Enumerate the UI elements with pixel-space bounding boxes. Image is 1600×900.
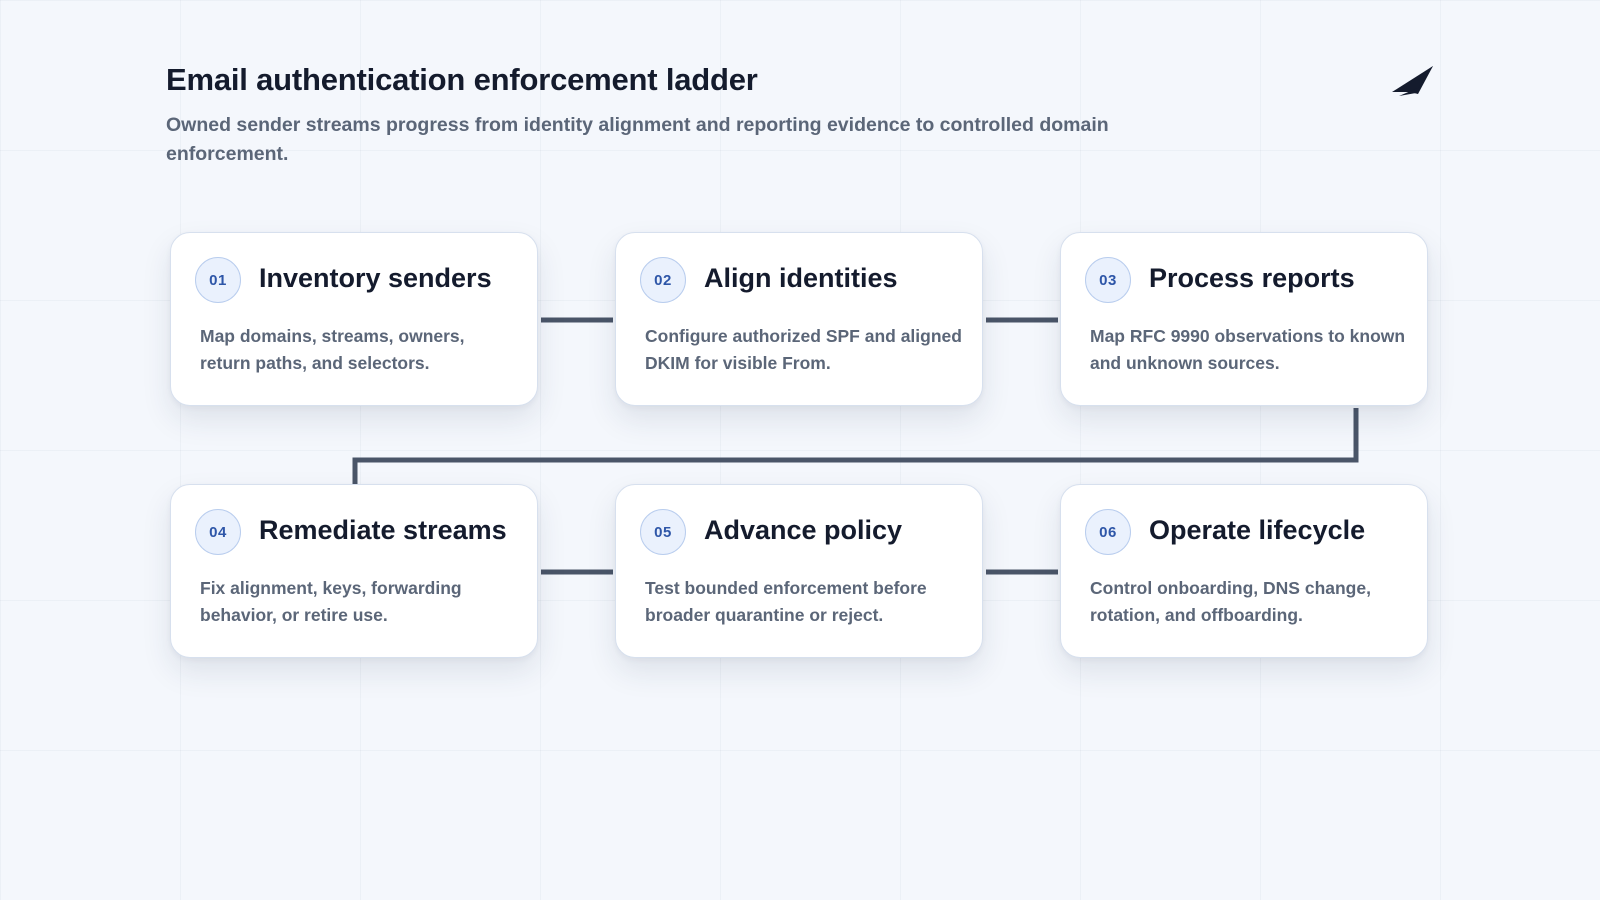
step-number-badge: 04 [195, 509, 241, 555]
step-title: Process reports [1149, 263, 1355, 293]
step-number-badge: 01 [195, 257, 241, 303]
step-number-badge: 06 [1085, 509, 1131, 555]
step-card-process-reports: 03 Process reports Map RFC 9990 observat… [1060, 232, 1428, 406]
page-subtitle: Owned sender streams progress from ident… [166, 114, 1109, 165]
connector-03-04 [352, 408, 1359, 485]
step-title: Remediate streams [259, 515, 507, 545]
step-number-badge: 05 [640, 509, 686, 555]
page-title: Email authentication enforcement ladder [166, 62, 758, 97]
step-card-inventory-senders: 01 Inventory senders Map domains, stream… [170, 232, 538, 406]
step-title: Align identities [704, 263, 898, 293]
step-card-advance-policy: 05 Advance policy Test bounded enforceme… [615, 484, 983, 658]
step-title: Operate lifecycle [1149, 515, 1366, 545]
paper-plane-icon [1392, 66, 1433, 96]
step-description: Control onboarding, DNS change, rotation… [1090, 578, 1371, 625]
step-description: Configure authorized SPF and aligned DKI… [645, 326, 962, 373]
step-description: Map domains, streams, owners, return pat… [200, 326, 465, 373]
step-card-remediate-streams: 04 Remediate streams Fix alignment, keys… [170, 484, 538, 658]
step-number-badge: 03 [1085, 257, 1131, 303]
step-card-operate-lifecycle: 06 Operate lifecycle Control onboarding,… [1060, 484, 1428, 658]
step-description: Fix alignment, keys, forwarding behavior… [200, 578, 462, 625]
step-description: Test bounded enforcement before broader … [645, 578, 927, 625]
step-title: Advance policy [704, 515, 903, 545]
step-description: Map RFC 9990 observations to known and u… [1090, 326, 1406, 373]
step-card-align-identities: 02 Align identities Configure authorized… [615, 232, 983, 406]
step-title: Inventory senders [259, 263, 492, 293]
step-number-badge: 02 [640, 257, 686, 303]
